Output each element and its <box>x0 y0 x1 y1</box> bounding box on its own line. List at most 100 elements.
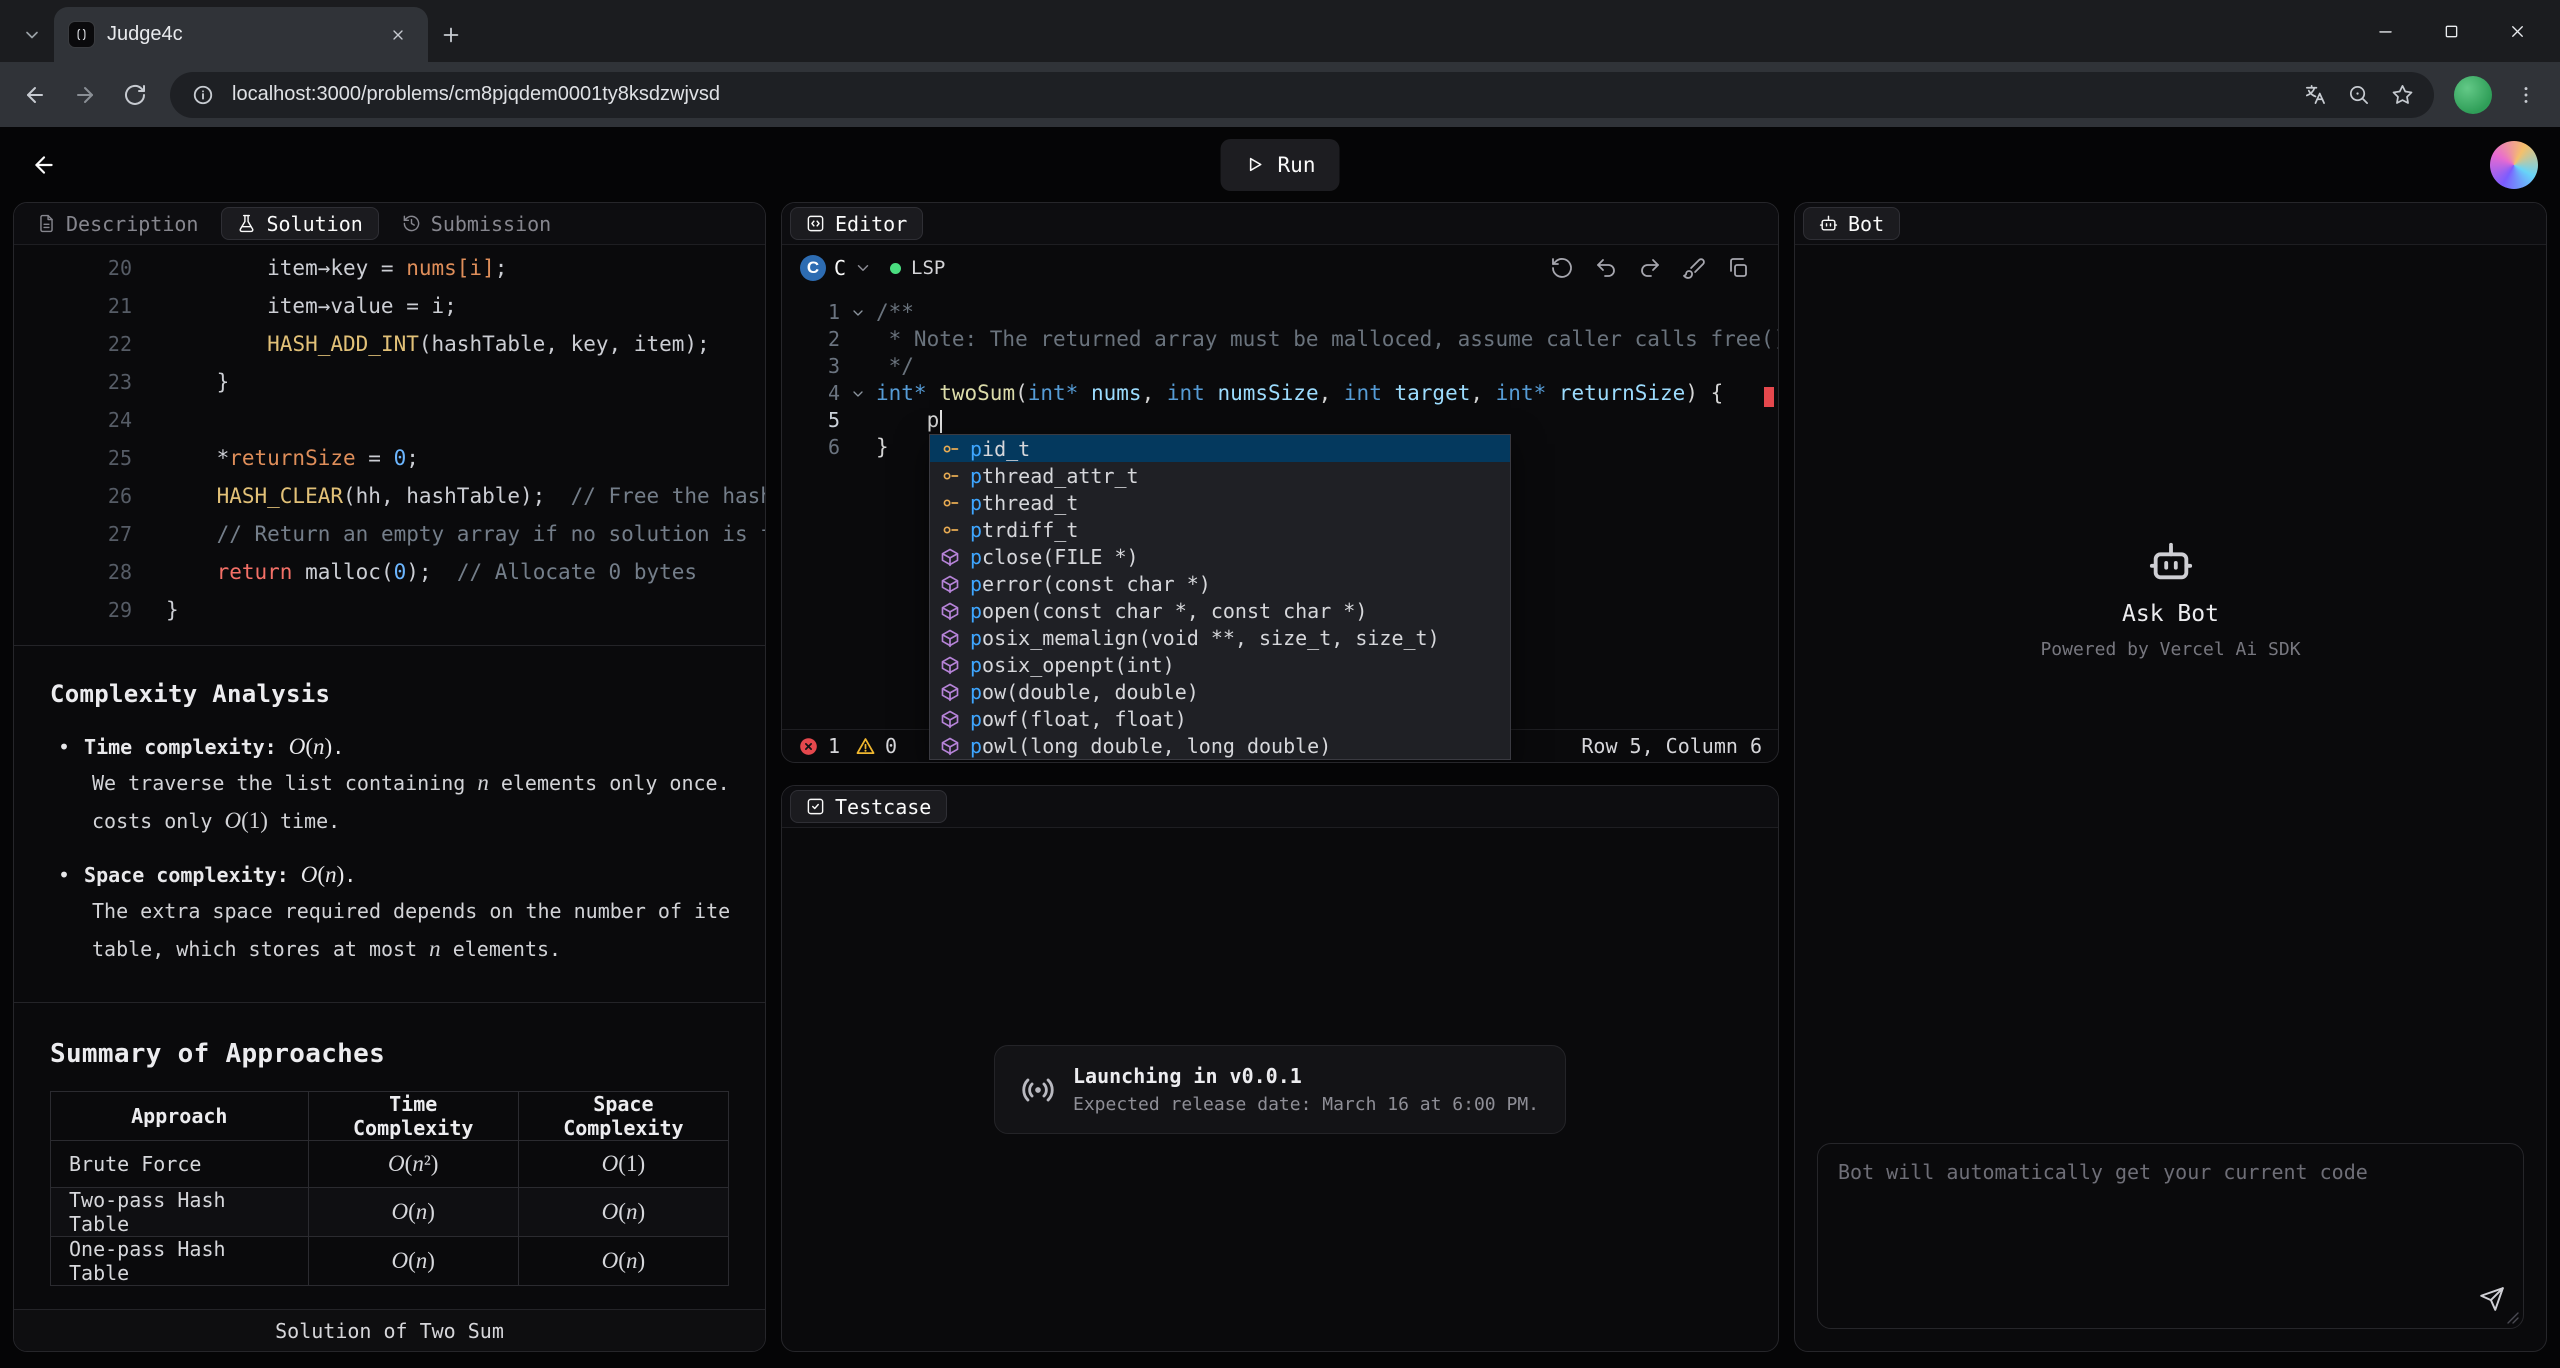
app-back-button[interactable] <box>22 143 66 187</box>
line-number: 21 <box>14 287 132 325</box>
bot-message-input[interactable] <box>1818 1144 2523 1328</box>
summary-table-body: Brute ForceO(n²)O(1)Two-pass Hash TableO… <box>51 1141 729 1286</box>
flask-icon <box>237 214 256 233</box>
translate-button[interactable] <box>2292 73 2336 117</box>
summary-table-header-cell: Time Complexity <box>308 1092 518 1141</box>
typedef-icon <box>940 466 960 486</box>
tab-close-button[interactable] <box>382 19 414 51</box>
browser-back-button[interactable] <box>12 72 58 118</box>
suggestion-item[interactable]: pclose(FILE *) <box>930 543 1510 570</box>
reset-code-button[interactable] <box>1540 248 1584 288</box>
address-bar[interactable]: localhost:3000/problems/cm8pjqdem0001ty8… <box>170 72 2434 118</box>
suggestion-item[interactable]: posix_memalign(void **, size_t, size_t) <box>930 624 1510 651</box>
tab-submission[interactable]: Submission <box>387 207 566 240</box>
fold-chevron-icon[interactable] <box>840 299 876 326</box>
complexity-text-line: The extra space required depends on the … <box>92 896 729 926</box>
suggestion-item[interactable]: popen(const char *, const char *) <box>930 597 1510 624</box>
suggestion-label: posix_openpt(int) <box>970 653 1175 677</box>
window-close-button[interactable] <box>2484 0 2550 62</box>
tab-title: Judge4c <box>107 23 370 46</box>
suggestion-item[interactable]: pthread_attr_t <box>930 462 1510 489</box>
browser-toolbar: localhost:3000/problems/cm8pjqdem0001ty8… <box>0 62 2560 127</box>
new-tab-button[interactable] <box>428 8 474 62</box>
solution-code: 20 item→key = nums[i];21 item→value = i;… <box>14 245 765 629</box>
site-info-icon[interactable] <box>186 78 220 112</box>
bookmark-star-button[interactable] <box>2380 73 2424 117</box>
code-text: int* twoSum(int* nums, int numsSize, int… <box>876 380 1723 407</box>
judge4c-app: Run Description Solution <box>0 127 2560 1368</box>
code-text: return malloc(0); // Allocate 0 bytes <box>132 553 697 591</box>
user-avatar[interactable] <box>2490 141 2538 189</box>
suggestion-label: pow(double, double) <box>970 680 1199 704</box>
tab-submission-label: Submission <box>431 212 551 236</box>
suggestion-item[interactable]: pow(double, double) <box>930 678 1510 705</box>
tab-description-label: Description <box>66 212 198 236</box>
bot-title-label: Bot <box>1848 212 1884 236</box>
minimize-icon <box>2376 22 2395 41</box>
table-row: One-pass Hash TableO(n)O(n) <box>51 1237 729 1286</box>
search-lens-button[interactable] <box>2336 73 2380 117</box>
function-icon <box>940 655 960 675</box>
window-minimize-button[interactable] <box>2352 0 2418 62</box>
copy-code-button[interactable] <box>1716 248 1760 288</box>
undo-icon <box>1594 256 1618 280</box>
code-line: 22 HASH_ADD_INT(hashTable, key, item); <box>14 325 765 363</box>
launch-toast: Launching in v0.0.1 Expected release dat… <box>994 1045 1566 1134</box>
line-number: 27 <box>14 515 132 553</box>
browser-menu-button[interactable] <box>2504 73 2548 117</box>
url-text: localhost:3000/problems/cm8pjqdem0001ty8… <box>232 83 720 106</box>
ask-bot-subheading: Powered by Vercel Ai SDK <box>2040 639 2300 660</box>
summary-table-cell: O(n) <box>518 1188 728 1237</box>
summary-table-header-row: ApproachTime ComplexitySpace Complexity <box>51 1092 729 1141</box>
language-selector[interactable]: C C <box>800 255 872 281</box>
summary-table-cell: O(n²) <box>308 1141 518 1188</box>
reload-button[interactable] <box>112 72 158 118</box>
brush-icon <box>1682 256 1706 280</box>
browser-forward-button[interactable] <box>62 72 108 118</box>
browser-tab[interactable]: Judge4c <box>54 7 428 62</box>
math-expression: O(n) <box>391 1199 434 1224</box>
code-editor[interactable]: 1/**2 * Note: The returned array must be… <box>782 291 1778 729</box>
suggestion-item[interactable]: powl(long double, long double) <box>930 732 1510 759</box>
summary-table-header-cell: Space Complexity <box>518 1092 728 1141</box>
square-code-icon <box>806 214 825 233</box>
function-icon <box>940 709 960 729</box>
close-icon <box>390 27 406 43</box>
line-number: 23 <box>14 363 132 401</box>
error-count: 1 <box>828 734 840 758</box>
tab-search-button[interactable] <box>10 8 54 62</box>
complexity-label: Space complexity: <box>84 863 289 887</box>
undo-button[interactable] <box>1584 248 1628 288</box>
suggestion-item[interactable]: ptrdiff_t <box>930 516 1510 543</box>
suggestion-item[interactable]: posix_openpt(int) <box>930 651 1510 678</box>
summary-heading: Summary of Approaches <box>50 1039 729 1069</box>
bot-panel-header: Bot <box>1795 203 2546 245</box>
square-check-icon <box>806 797 825 816</box>
window-maximize-button[interactable] <box>2418 0 2484 62</box>
function-icon <box>940 574 960 594</box>
suggestion-item[interactable]: powf(float, float) <box>930 705 1510 732</box>
summary-table-cell: Two-pass Hash Table <box>51 1188 309 1237</box>
suggestion-item[interactable]: pthread_t <box>930 489 1510 516</box>
suggestion-item[interactable]: perror(const char *) <box>930 570 1510 597</box>
suggestion-item[interactable]: pid_t <box>930 435 1510 462</box>
editor-line-number: 6 <box>782 434 840 461</box>
editor-title-label: Editor <box>835 212 907 236</box>
math-expression: O(n) <box>602 1199 645 1224</box>
tab-solution[interactable]: Solution <box>221 207 378 240</box>
tab-description[interactable]: Description <box>22 207 213 240</box>
editor-line-number: 4 <box>782 380 840 407</box>
plus-icon <box>440 24 462 46</box>
format-code-button[interactable] <box>1672 248 1716 288</box>
line-number: 20 <box>14 249 132 287</box>
math-expression: O(n) <box>301 862 344 887</box>
run-button[interactable]: Run <box>1221 139 1340 191</box>
fold-chevron-icon[interactable] <box>840 380 876 407</box>
suggestion-label: popen(const char *, const char *) <box>970 599 1367 623</box>
summary-table-cell: O(n) <box>518 1237 728 1286</box>
redo-button[interactable] <box>1628 248 1672 288</box>
line-number: 24 <box>14 401 132 439</box>
complexity-section: Complexity Analysis •Time complexity: O(… <box>14 646 765 964</box>
math-expression: O(n²) <box>388 1151 438 1176</box>
browser-profile-avatar[interactable] <box>2454 76 2492 114</box>
